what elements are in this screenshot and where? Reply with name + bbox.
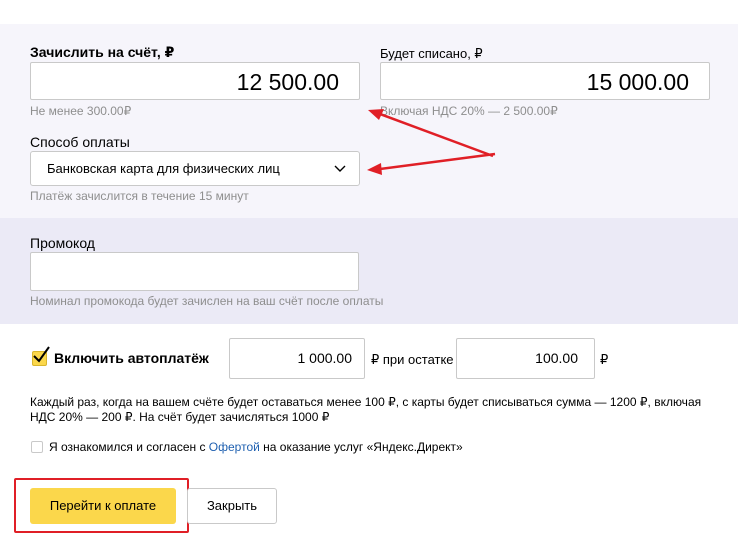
- autopay-label: Включить автоплатёж: [54, 350, 209, 366]
- charge-label: Будет списано, ₽: [380, 46, 483, 61]
- autopay-threshold-input[interactable]: 100.00: [456, 338, 595, 379]
- autopay-amount-value: 1 000.00: [297, 350, 353, 366]
- promo-hint: Номинал промокода будет зачислен на ваш …: [30, 294, 384, 308]
- checkmark-icon: [33, 346, 50, 363]
- autopay-description: Каждый раз, когда на вашем счёте будет о…: [30, 395, 702, 424]
- promo-label: Промокод: [30, 235, 95, 251]
- agreement-text-before: Я ознакомился и согласен с: [49, 440, 209, 454]
- autopay-amount-input[interactable]: 1 000.00: [229, 338, 365, 379]
- chevron-down-icon: [334, 165, 346, 172]
- credit-amount-value: 12 500.00: [236, 69, 339, 95]
- payment-method-select[interactable]: Банковская карта для физических лиц: [30, 151, 360, 186]
- credit-hint: Не менее 300.00₽: [30, 104, 132, 118]
- charge-amount-input[interactable]: 15 000.00: [380, 62, 710, 100]
- agreement-text: Я ознакомился и согласен с Офертой на ок…: [49, 440, 463, 454]
- autopay-currency: ₽: [600, 352, 609, 367]
- payment-method-hint: Платёж зачислится в течение 15 минут: [30, 189, 249, 203]
- payment-method-label: Способ оплаты: [30, 134, 130, 150]
- promo-input[interactable]: [30, 252, 359, 291]
- credit-label: Зачислить на счёт, ₽: [30, 44, 175, 60]
- autopay-mid-text: ₽ при остатке: [371, 352, 454, 367]
- close-button[interactable]: Закрыть: [187, 488, 277, 524]
- autopay-checkbox[interactable]: [32, 346, 50, 366]
- agreement-checkbox[interactable]: [31, 441, 43, 453]
- payment-method-value: Банковская карта для физических лиц: [47, 161, 280, 176]
- charge-amount-value: 15 000.00: [586, 69, 689, 95]
- autopay-threshold-value: 100.00: [535, 350, 578, 366]
- agreement-text-after: на оказание услуг «Яндекс.Директ»: [259, 440, 463, 454]
- charge-hint: Включая НДС 20% — 2 500.00₽: [380, 104, 558, 118]
- top-spacer: [0, 0, 738, 24]
- pay-button[interactable]: Перейти к оплате: [30, 488, 176, 524]
- credit-amount-input[interactable]: 12 500.00: [30, 62, 360, 100]
- offer-link[interactable]: Офертой: [209, 440, 260, 454]
